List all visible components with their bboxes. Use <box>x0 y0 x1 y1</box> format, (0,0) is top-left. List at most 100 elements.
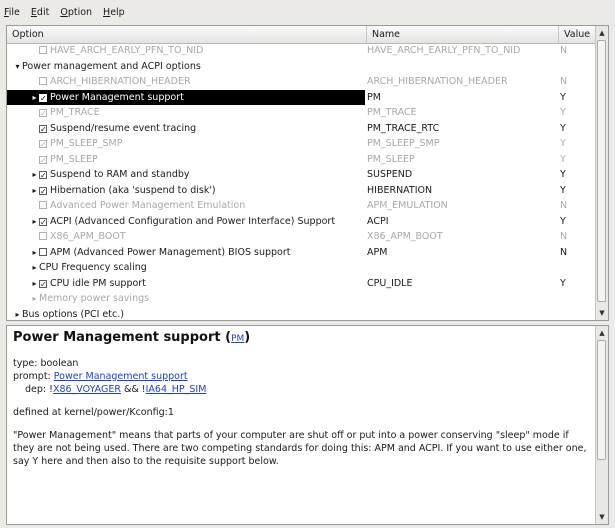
option-cell[interactable]: ▸ ✓ CPU idle PM support <box>7 276 365 292</box>
tree-row[interactable]: X86_APM_BOOT X86_APM_BOOT N <box>7 229 597 245</box>
tree-row[interactable]: ▸ Memory power savings <box>7 291 597 307</box>
menu-bar: File Edit Option Help <box>0 0 615 24</box>
tree-row[interactable]: ▸ ✓ ACPI (Advanced Configuration and Power… <box>7 214 597 230</box>
tree-row[interactable]: HAVE_ARCH_EARLY_PFN_TO_NID HAVE_ARCH_EARL… <box>7 43 597 59</box>
tree-row[interactable]: ▸ ✓ CPU idle PM support CPU_IDLE Y <box>7 276 597 292</box>
tree-row[interactable]: ✓ PM_SLEEP_SMP PM_SLEEP_SMP Y <box>7 136 597 152</box>
checkbox-checked-icon[interactable]: ✓ <box>39 93 47 102</box>
tree-row[interactable]: ▸ ✓ Suspend to RAM and standby SUSPEND Y <box>7 167 597 183</box>
option-cell[interactable]: ✓ PM_TRACE <box>7 105 365 121</box>
column-header-option[interactable]: Option <box>7 26 367 43</box>
checkbox-checked-icon[interactable]: ✓ <box>39 186 47 195</box>
option-cell[interactable]: ✓ PM_SLEEP_SMP <box>7 136 365 152</box>
tree-row[interactable]: ▾ Power management and ACPI options <box>7 59 597 75</box>
value-cell: Y <box>560 169 566 180</box>
symbol-name-cell: HIBERNATION <box>367 184 433 196</box>
prompt-link[interactable]: Power Management support <box>54 371 188 382</box>
collapsed-arrow-icon[interactable]: ▸ <box>30 183 39 199</box>
scroll-down-arrow-icon[interactable]: ▼ <box>596 308 608 318</box>
tree-row[interactable]: ▸ CPU Frequency scaling <box>7 260 597 276</box>
checkbox-checked-icon[interactable]: ✓ <box>39 140 47 149</box>
scroll-up-arrow-icon[interactable]: ▲ <box>596 28 608 38</box>
prompt-label: prompt: <box>13 371 54 382</box>
option-label: ARCH_HIBERNATION_HEADER <box>50 76 191 87</box>
checkbox-empty-icon[interactable] <box>39 201 47 209</box>
checkbox-checked-icon[interactable]: ✓ <box>39 171 47 180</box>
help-symbol-link[interactable]: PM <box>231 334 244 344</box>
help-panel: Power Management support (PM) type: bool… <box>6 325 609 525</box>
help-description: "Power Management" means that parts of y… <box>13 430 587 467</box>
menu-file[interactable]: File <box>4 7 20 18</box>
option-cell[interactable]: ▸ ✓ Hibernation (aka 'suspend to disk') <box>7 183 365 199</box>
checkbox-checked-icon[interactable]: ✓ <box>39 155 47 164</box>
option-cell[interactable]: ▸ Bus options (PCI etc.) <box>7 307 365 321</box>
symbol-name-cell: PM <box>367 91 381 103</box>
option-cell[interactable]: ARCH_HIBERNATION_HEADER <box>7 74 365 90</box>
collapsed-arrow-icon[interactable]: ▸ <box>30 291 39 307</box>
option-cell[interactable]: Advanced Power Management Emulation <box>7 198 365 214</box>
checkbox-empty-icon[interactable] <box>39 232 47 240</box>
checkbox-checked-icon[interactable]: ✓ <box>39 279 47 288</box>
tree-row[interactable]: ▸ ✓ Hibernation (aka 'suspend to disk') HIB… <box>7 183 597 199</box>
checkbox-checked-icon[interactable]: ✓ <box>39 124 47 133</box>
option-cell[interactable]: ▸ CPU Frequency scaling <box>7 260 365 276</box>
collapsed-arrow-icon[interactable]: ▸ <box>30 214 39 230</box>
checkbox-empty-icon[interactable] <box>39 77 47 85</box>
collapsed-arrow-icon[interactable]: ▸ <box>13 307 22 321</box>
symbol-name-cell: APM_EMULATION <box>367 200 448 211</box>
tree-row[interactable]: ▸ APM (Advanced Power Management) BIOS su… <box>7 245 597 261</box>
config-tree-view[interactable]: Option Name Value HAVE_ARCH_EARLY_PFN_TO… <box>6 25 609 321</box>
tree-row[interactable]: ✓ PM_SLEEP PM_SLEEP Y <box>7 152 597 168</box>
tree-row[interactable]: ▸ Bus options (PCI etc.) <box>7 307 597 321</box>
checkbox-empty-icon[interactable] <box>39 247 47 256</box>
value-cell: N <box>560 246 568 258</box>
collapsed-arrow-icon[interactable]: ▸ <box>30 90 39 106</box>
dep-link-x86-voyager[interactable]: X86_VOYAGER <box>53 384 121 395</box>
help-scroll-up-arrow-icon[interactable]: ▲ <box>596 328 608 338</box>
option-cell[interactable]: ▸ ✓ ACPI (Advanced Configuration and Power… <box>7 214 365 230</box>
checkbox-checked-icon[interactable]: ✓ <box>39 217 47 226</box>
collapsed-arrow-icon[interactable]: ▸ <box>30 245 39 261</box>
collapsed-arrow-icon[interactable]: ▸ <box>30 276 39 292</box>
option-cell[interactable]: ▸ ✓ Suspend to RAM and standby <box>7 167 365 183</box>
symbol-name-cell <box>367 307 557 321</box>
tree-rows: HAVE_ARCH_EARLY_PFN_TO_NID HAVE_ARCH_EARL… <box>7 43 597 321</box>
value-cell: Y <box>560 277 566 289</box>
tree-row[interactable]: ✓ Suspend/resume event tracing PM_TRACE_RT… <box>7 121 597 137</box>
value-cell <box>560 307 590 321</box>
tree-scrollbar-thumb[interactable] <box>597 40 606 302</box>
column-header-name[interactable]: Name <box>367 26 559 43</box>
symbol-name-cell: CPU_IDLE <box>367 277 413 289</box>
help-scrollbar-thumb[interactable] <box>597 340 606 460</box>
help-scrollbar[interactable]: ▲ ▼ <box>595 326 608 524</box>
option-cell[interactable]: ▸ ✓ Power Management support <box>7 89 365 106</box>
value-cell <box>560 59 590 75</box>
menu-help[interactable]: Help <box>103 7 125 18</box>
collapsed-arrow-icon[interactable]: ▸ <box>30 260 39 276</box>
option-cell[interactable]: ✓ Suspend/resume event tracing <box>7 121 365 137</box>
option-cell[interactable]: ▸ Memory power savings <box>7 291 365 307</box>
symbol-name-cell <box>367 59 557 75</box>
tree-row[interactable]: ▸ ✓ Power Management support PM Y <box>7 89 597 106</box>
help-scroll-down-arrow-icon[interactable]: ▼ <box>596 512 608 522</box>
tree-row[interactable]: ARCH_HIBERNATION_HEADER ARCH_HIBERNATION_… <box>7 74 597 90</box>
checkbox-empty-icon[interactable] <box>39 46 47 54</box>
symbol-name-cell: APM <box>367 246 388 258</box>
option-cell[interactable]: ✓ PM_SLEEP <box>7 152 365 168</box>
option-cell[interactable]: ▸ APM (Advanced Power Management) BIOS su… <box>7 245 365 261</box>
symbol-name-cell: SUSPEND <box>367 169 413 180</box>
symbol-name-cell <box>367 291 557 307</box>
dep-link-ia64-hp-sim[interactable]: IA64_HP_SIM <box>146 384 207 395</box>
option-cell[interactable]: X86_APM_BOOT <box>7 229 365 245</box>
column-header-value[interactable]: Value <box>559 26 597 43</box>
tree-scrollbar[interactable]: ▲ ▼ <box>595 26 608 320</box>
tree-row[interactable]: Advanced Power Management Emulation APM_E… <box>7 198 597 214</box>
option-cell[interactable]: HAVE_ARCH_EARLY_PFN_TO_NID <box>7 43 365 59</box>
option-cell[interactable]: ▾ Power management and ACPI options <box>7 59 365 75</box>
checkbox-checked-icon[interactable]: ✓ <box>39 109 47 118</box>
menu-edit[interactable]: Edit <box>31 7 49 18</box>
menu-option[interactable]: Option <box>60 7 92 18</box>
tree-row[interactable]: ✓ PM_TRACE PM_TRACE Y <box>7 105 597 121</box>
expanded-arrow-icon[interactable]: ▾ <box>13 59 22 75</box>
collapsed-arrow-icon[interactable]: ▸ <box>30 167 39 183</box>
